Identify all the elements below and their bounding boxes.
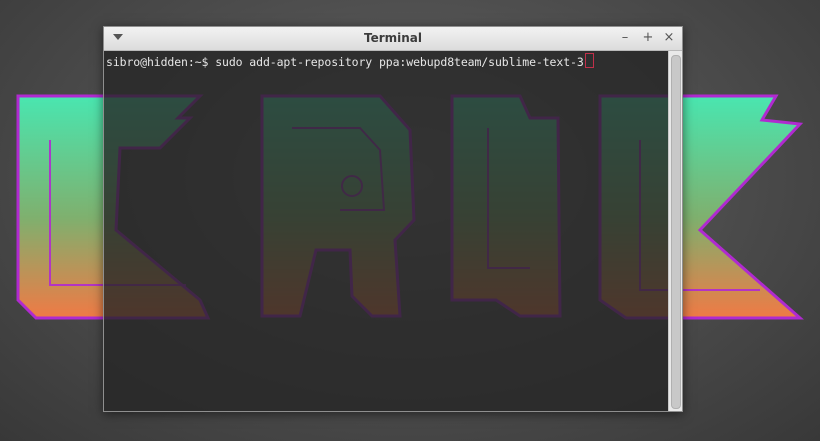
terminal-output[interactable]: sibro@hidden:~$ sudo add-apt-repository … — [104, 51, 668, 411]
maximize-button[interactable]: + — [640, 30, 656, 46]
command-text: sudo add-apt-repository ppa:webupd8team/… — [215, 55, 584, 69]
title-bar[interactable]: Terminal – + × — [104, 27, 682, 51]
text-cursor — [584, 53, 594, 68]
window-title: Terminal — [363, 31, 423, 45]
terminal-window[interactable]: Terminal – + × sibro@hidden:~$ sudo add-… — [103, 26, 683, 412]
command-line[interactable]: sibro@hidden:~$ sudo add-apt-repository … — [106, 53, 594, 69]
close-button[interactable]: × — [661, 30, 677, 46]
minimize-button[interactable]: – — [617, 30, 633, 46]
vertical-scrollbar[interactable] — [668, 51, 682, 411]
scrollbar-thumb[interactable] — [671, 55, 681, 409]
shell-prompt: sibro@hidden:~$ — [106, 55, 216, 69]
